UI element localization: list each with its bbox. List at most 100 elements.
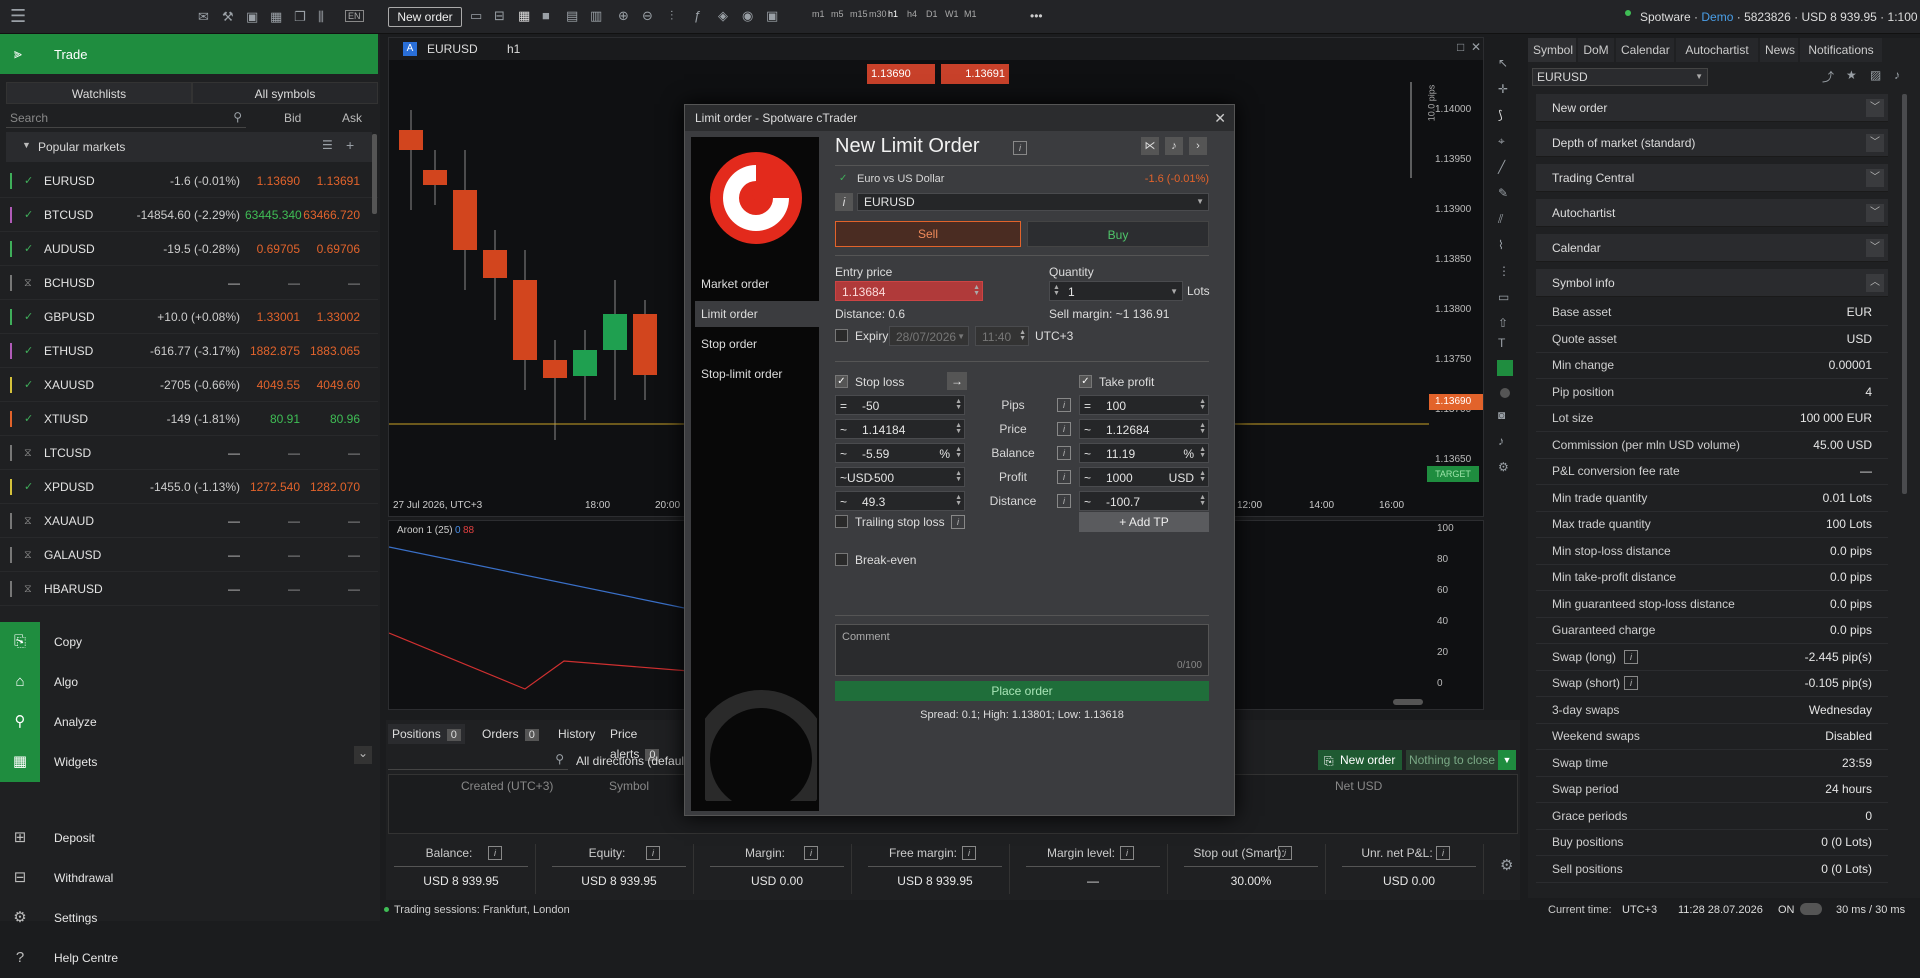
- crosshair-icon[interactable]: ✛: [1498, 82, 1508, 96]
- bid-price[interactable]: 1.33001: [245, 300, 300, 334]
- info-icon[interactable]: i: [1013, 141, 1027, 155]
- section-calendar[interactable]: Calendar ﹀: [1536, 234, 1888, 262]
- stop-loss-input[interactable]: ~1.14184 ▲ ▼: [835, 419, 965, 439]
- market-row[interactable]: ✓ XAUUSD -2705 (-0.66%) 4049.55 4049.60: [0, 368, 378, 402]
- ask-price[interactable]: —: [303, 436, 360, 470]
- ask-price[interactable]: —: [303, 266, 360, 300]
- text-icon[interactable]: T: [1498, 336, 1505, 350]
- stepper-icon[interactable]: ▲ ▼: [1199, 398, 1206, 411]
- stepper-icon[interactable]: ▲ ▼: [1199, 470, 1206, 483]
- single-layout-icon[interactable]: ■: [542, 8, 550, 23]
- info-icon[interactable]: i: [1057, 494, 1071, 508]
- take-profit-input[interactable]: ~1000 USD ▲ ▼: [1079, 467, 1209, 487]
- nav-widgets[interactable]: ▦ Widgets: [0, 742, 378, 782]
- bid-price[interactable]: 0.69705: [245, 232, 300, 266]
- line-icon[interactable]: ╱: [1498, 160, 1505, 174]
- symbol-info-icon[interactable]: i: [835, 193, 853, 211]
- market-row[interactable]: ✓ GBPUSD +10.0 (+0.08%) 1.33001 1.33002: [0, 300, 378, 334]
- ask-price[interactable]: 80.96: [303, 402, 360, 436]
- stepper-icon[interactable]: ▲ ▼: [973, 284, 980, 297]
- market-row[interactable]: ✓ AUDUSD -19.5 (-0.28%) 0.69705 0.69706: [0, 232, 378, 266]
- pen-icon[interactable]: ✎: [1498, 186, 1508, 200]
- chart-symbol[interactable]: EURUSD: [427, 42, 478, 56]
- magnet-icon[interactable]: ⟆: [1498, 108, 1503, 122]
- bid-price[interactable]: 63445.340: [245, 198, 302, 232]
- chevron-down-icon[interactable]: ﹀: [1866, 169, 1884, 187]
- expiry-date-input[interactable]: 28/07/2026 ▼: [889, 326, 969, 346]
- dropdown-icon[interactable]: ▼: [1498, 750, 1516, 770]
- ask-price[interactable]: 1282.070: [303, 470, 360, 504]
- camera-icon[interactable]: ◙: [1498, 408, 1505, 422]
- tab-symbol[interactable]: Symbol: [1528, 38, 1576, 62]
- market-row[interactable]: ⧖ HBARUSD — — —: [0, 572, 378, 606]
- tab-positions[interactable]: Positions 0: [388, 724, 465, 744]
- bid-price[interactable]: 4049.55: [245, 368, 300, 402]
- info-icon[interactable]: i: [1057, 446, 1071, 460]
- info-icon[interactable]: i: [1057, 422, 1071, 436]
- chevron-down-icon[interactable]: ﹀: [1866, 204, 1884, 222]
- tab-all-symbols[interactable]: All symbols: [192, 82, 378, 104]
- buy-button[interactable]: Buy: [1027, 221, 1209, 247]
- chevron-down-icon[interactable]: ﹀: [1866, 134, 1884, 152]
- tab-price-alerts[interactable]: Price alerts 0: [606, 724, 686, 761]
- nav-deposit[interactable]: ⊞ Deposit: [0, 818, 378, 858]
- timeframe-m5[interactable]: m5: [831, 9, 844, 19]
- stop-loss-input[interactable]: ~ -5.59% ▲ ▼: [835, 443, 965, 463]
- timezone-selector[interactable]: UTC+3: [1622, 904, 1657, 916]
- info-icon[interactable]: i: [1278, 846, 1292, 860]
- tab-dom[interactable]: DoM: [1578, 38, 1614, 62]
- search-icon[interactable]: ⚲: [233, 110, 242, 124]
- chevron-down-icon[interactable]: ▼: [1170, 282, 1178, 302]
- info-icon[interactable]: i: [1624, 676, 1638, 690]
- ask-price[interactable]: 1.33002: [303, 300, 360, 334]
- market-row[interactable]: ⧖ LTCUSD — — —: [0, 436, 378, 470]
- fibonacci-icon[interactable]: ⋮: [1498, 264, 1510, 278]
- symbol-select[interactable]: EURUSD ▼: [1532, 68, 1708, 86]
- entry-price-input[interactable]: 1.13684 ▲ ▼: [835, 281, 983, 301]
- nav-settings[interactable]: ⚙ Settings: [0, 898, 378, 938]
- bell-icon[interactable]: ♪: [1165, 137, 1183, 155]
- nav-help-centre[interactable]: ? Help Centre: [0, 938, 378, 978]
- language-button[interactable]: EN: [345, 10, 364, 22]
- positions-search[interactable]: ⚲: [388, 750, 568, 770]
- bid-price[interactable]: —: [245, 538, 300, 572]
- bell-icon[interactable]: ♪: [1894, 68, 1900, 82]
- sell-button[interactable]: Sell: [835, 221, 1021, 247]
- candles-icon[interactable]: ⫼: [318, 9, 324, 25]
- column-header[interactable]: Net USD: [1335, 779, 1382, 793]
- add-icon[interactable]: +: [346, 137, 354, 153]
- timeframe-m1[interactable]: m1: [812, 9, 825, 19]
- chart-icon[interactable]: ▨: [1870, 68, 1881, 82]
- close-icon[interactable]: ✕: [1471, 40, 1481, 54]
- close-all-button[interactable]: Nothing to close: [1406, 750, 1498, 770]
- stepper-icon[interactable]: ▲ ▼: [955, 446, 962, 459]
- scroll-thumb[interactable]: [1393, 699, 1423, 705]
- chart-tool-icon[interactable]: ⊟: [494, 8, 505, 24]
- order-type-stop-limit-order[interactable]: Stop-limit order: [695, 361, 819, 387]
- section-trading-central[interactable]: Trading Central ﹀: [1536, 164, 1888, 192]
- bid-price[interactable]: 1.13690: [245, 164, 300, 198]
- info-icon[interactable]: i: [1057, 470, 1071, 484]
- info-icon[interactable]: i: [1436, 846, 1450, 860]
- expiry-time-input[interactable]: 11:40 ▲ ▼: [975, 326, 1029, 346]
- close-icon[interactable]: ✕: [1214, 105, 1226, 131]
- stepper-icon[interactable]: ▲ ▼: [955, 422, 962, 435]
- order-type-market-order[interactable]: Market order: [695, 271, 819, 297]
- search-input[interactable]: Search: [10, 111, 48, 125]
- ask-price[interactable]: —: [303, 538, 360, 572]
- info-icon[interactable]: i: [646, 846, 660, 860]
- trailing-stop-checkbox[interactable]: [835, 515, 848, 528]
- grid-layout-icon[interactable]: ▦: [518, 8, 530, 24]
- info-icon[interactable]: i: [804, 846, 818, 860]
- search-icon[interactable]: ⚲: [555, 752, 564, 766]
- tab-watchlists[interactable]: Watchlists: [6, 82, 192, 104]
- star-icon[interactable]: ★: [1846, 68, 1857, 82]
- info-icon[interactable]: i: [1120, 846, 1134, 860]
- price-scale[interactable]: 1.14000 1.13950 1.13900 1.13850 1.13800 1.137…: [1429, 60, 1483, 490]
- chart-tool-icon[interactable]: ▭: [470, 8, 482, 24]
- template-icon[interactable]: ▣: [766, 8, 778, 24]
- hamburger-menu-icon[interactable]: ☰: [10, 6, 26, 27]
- collapse-icon[interactable]: ⌄: [354, 746, 372, 764]
- scrollbar[interactable]: [372, 134, 377, 214]
- market-row[interactable]: ⧖ BCHUSD — — —: [0, 266, 378, 300]
